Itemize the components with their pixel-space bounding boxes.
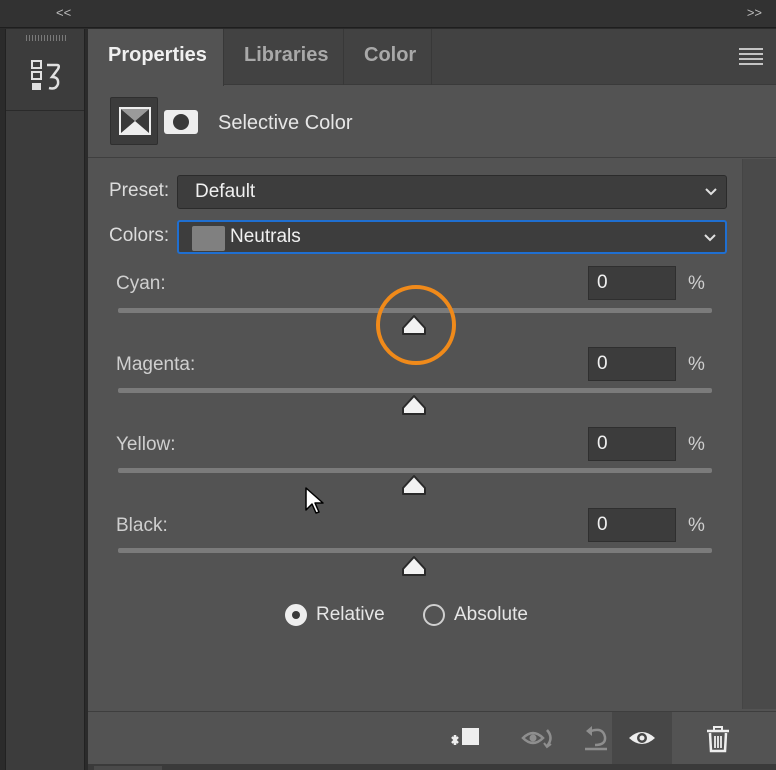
delete-button[interactable] [688, 712, 748, 764]
cyan-input[interactable]: 0 [588, 266, 676, 300]
panel-tab-bar: Properties Libraries Color [88, 29, 776, 86]
black-slider-thumb[interactable] [401, 555, 427, 577]
tab-libraries[interactable]: Libraries [224, 29, 344, 85]
clip-to-layer-button[interactable] [434, 712, 494, 764]
black-slider-track[interactable] [118, 548, 712, 553]
history-panel-button[interactable] [6, 49, 84, 111]
tab-properties[interactable]: Properties [88, 29, 224, 86]
mouse-cursor-icon [305, 487, 324, 514]
reset-adjustment-icon [585, 726, 607, 751]
bottom-panel-tab[interactable] [94, 766, 162, 770]
magenta-slider-track[interactable] [118, 388, 712, 393]
cyan-slider-thumb[interactable] [401, 314, 427, 336]
cyan-slider-track[interactable] [118, 308, 712, 313]
magenta-input[interactable]: 0 [588, 347, 676, 381]
tab-color[interactable]: Color [344, 29, 432, 85]
yellow-slider-thumb[interactable] [401, 474, 427, 496]
magenta-slider-thumb[interactable] [401, 394, 427, 416]
yellow-slider-track[interactable] [118, 468, 712, 473]
colors-value: Neutrals [230, 226, 301, 247]
history-icon [31, 60, 61, 90]
dock-grip-handle[interactable] [26, 35, 66, 41]
chevron-down-icon [704, 234, 716, 242]
visibility-eye-icon [629, 732, 655, 744]
magenta-percent: % [688, 354, 705, 375]
cyan-percent: % [688, 273, 705, 294]
preset-label: Preset: [109, 180, 170, 201]
preset-value: Default [195, 181, 256, 202]
yellow-label: Yellow: [116, 434, 176, 455]
colors-dropdown[interactable]: Neutrals [177, 220, 727, 254]
black-percent: % [688, 515, 705, 536]
preset-dropdown[interactable]: Default [177, 175, 727, 209]
relative-label[interactable]: Relative [316, 604, 385, 626]
layer-mask-icon[interactable] [164, 110, 198, 134]
adjustment-title: Selective Color [218, 112, 353, 134]
view-previous-state-icon [521, 729, 552, 749]
color-swatch [192, 226, 225, 251]
collapse-right-icon[interactable]: >> [747, 5, 762, 20]
black-input[interactable]: 0 [588, 508, 676, 542]
top-collapse-bar: << >> [0, 0, 776, 28]
panel-bottom-edge [88, 764, 776, 770]
selective-color-adjustment-icon [119, 107, 151, 135]
cyan-label: Cyan: [116, 273, 166, 294]
visibility-toggle-button[interactable] [612, 712, 672, 764]
collapse-left-icon[interactable]: << [56, 5, 71, 20]
yellow-input[interactable]: 0 [588, 427, 676, 461]
colors-label: Colors: [109, 225, 170, 246]
chevron-down-icon [705, 188, 717, 196]
panel-footer [88, 711, 776, 770]
yellow-percent: % [688, 434, 705, 455]
clip-to-layer-icon [451, 728, 479, 745]
properties-panel: Properties Libraries Color Selective Col… [88, 29, 776, 770]
panel-scrollbar[interactable] [742, 159, 776, 709]
black-label: Black: [116, 515, 168, 536]
delete-trash-icon [707, 726, 729, 753]
view-previous-state-button[interactable] [506, 712, 566, 764]
absolute-radio[interactable] [423, 604, 445, 626]
adjustment-header: Selective Color [88, 86, 776, 158]
magenta-label: Magenta: [116, 354, 196, 375]
relative-radio[interactable] [285, 604, 307, 626]
absolute-label[interactable]: Absolute [454, 604, 528, 626]
adjustment-type-button[interactable] [110, 97, 158, 145]
hamburger-menu-icon[interactable] [739, 48, 763, 66]
panel-dock-strip [5, 29, 85, 770]
